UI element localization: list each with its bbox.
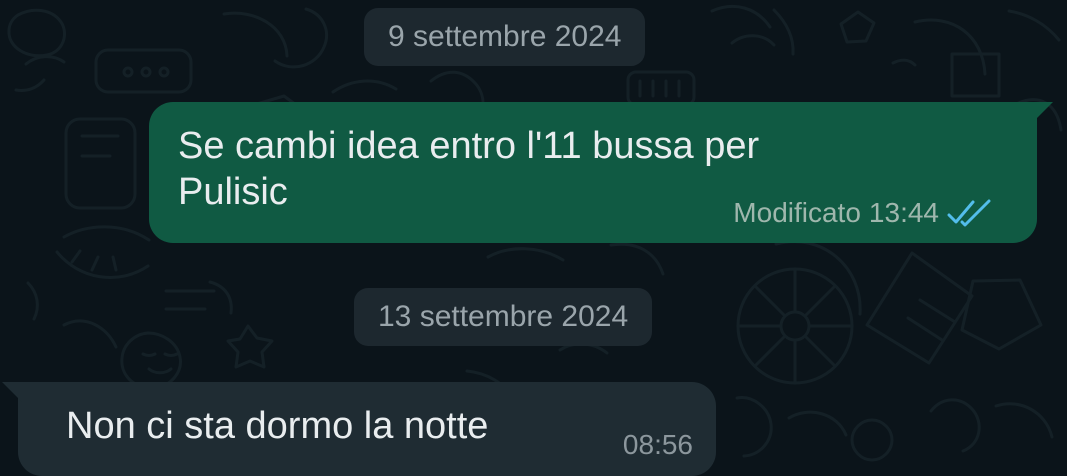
bubble-tail xyxy=(1033,102,1053,122)
message-text: Non ci sta dormo la notte xyxy=(66,405,489,447)
message-time: 13:44 xyxy=(868,197,939,228)
edited-label: Modificato xyxy=(733,197,861,228)
incoming-message-bubble[interactable]: Non ci sta dormo la notte 08:56 xyxy=(2,382,716,476)
bubble-tail xyxy=(2,382,22,402)
message-meta: 08:56 xyxy=(623,429,693,461)
message-time: 08:56 xyxy=(622,429,693,460)
date-separator: 9 settembre 2024 xyxy=(364,8,646,66)
double-check-read-icon xyxy=(947,199,991,227)
chat-area[interactable]: 9 settembre 2024 Se cambi idea entro l'1… xyxy=(0,0,1067,476)
outgoing-message-bubble[interactable]: Se cambi idea entro l'11 bussa per Pulis… xyxy=(149,102,1053,243)
date-separator: 13 settembre 2024 xyxy=(354,288,653,346)
message-meta: Modificato 13:44 xyxy=(733,197,991,229)
